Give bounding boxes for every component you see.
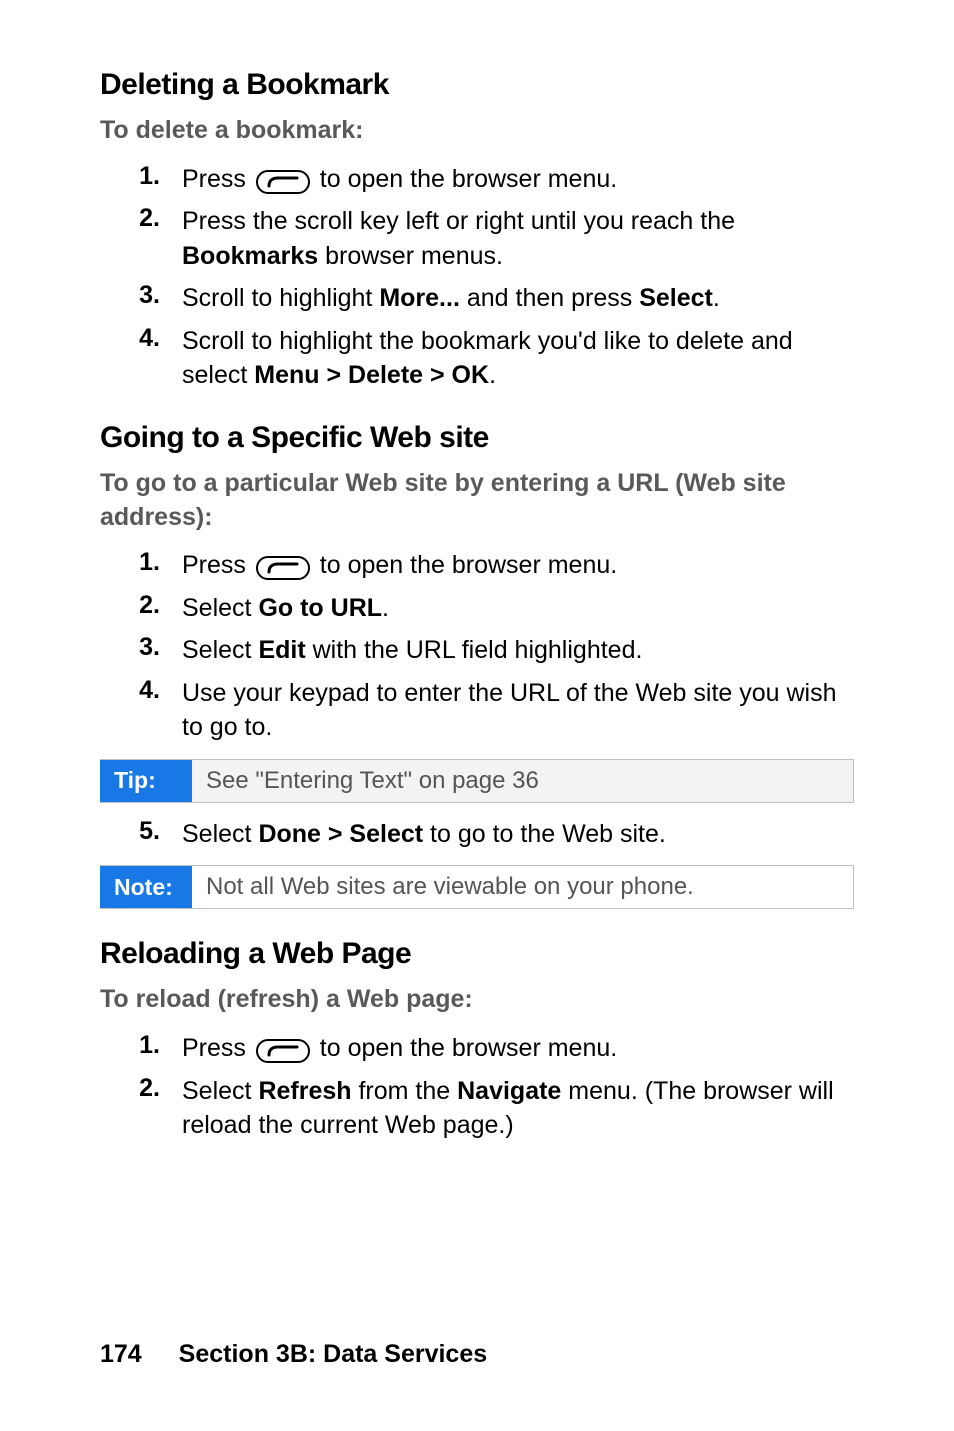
steps-reloading-webpage: 1. Press to open the browser menu. 2. Se… xyxy=(100,1031,854,1143)
step-posttext: to open the browser menu. xyxy=(313,1034,617,1062)
step-body: Scroll to highlight the bookmark you'd l… xyxy=(182,324,854,393)
step-number: 3. xyxy=(100,281,182,310)
list-item: 3. Scroll to highlight More... and then … xyxy=(100,281,854,316)
step-body: Select Edit with the URL field highlight… xyxy=(182,633,854,668)
step-posttext: to open the browser menu. xyxy=(313,551,617,579)
list-item: 2. Select Go to URL. xyxy=(100,591,854,626)
heading-deleting-bookmark: Deleting a Bookmark xyxy=(100,68,854,102)
tip-label: Tip: xyxy=(100,760,192,802)
step-number: 3. xyxy=(100,633,182,662)
step-number: 4. xyxy=(100,676,182,705)
steps-delete-bookmark: 1. Press to open the browser menu. 2. Pr… xyxy=(100,162,854,393)
list-item: 4. Use your keypad to enter the URL of t… xyxy=(100,676,854,745)
page-footer: 174 Section 3B: Data Services xyxy=(100,1340,487,1369)
note-label: Note: xyxy=(100,866,192,908)
steps-going-to-website-a: 1. Press to open the browser menu. 2. Se… xyxy=(100,548,854,745)
softkey-icon xyxy=(256,556,310,580)
step-body: Press to open the browser menu. xyxy=(182,548,854,583)
list-item: 2. Press the scroll key left or right un… xyxy=(100,204,854,273)
step-pretext: Press xyxy=(182,551,253,579)
step-body: Press to open the browser menu. xyxy=(182,162,854,197)
step-number: 1. xyxy=(100,1031,182,1060)
subhead-going-to-website: To go to a particular Web site by enteri… xyxy=(100,467,854,535)
step-number: 4. xyxy=(100,324,182,353)
step-number: 5. xyxy=(100,817,182,846)
list-item: 3. Select Edit with the URL field highli… xyxy=(100,633,854,668)
step-number: 2. xyxy=(100,591,182,620)
step-number: 1. xyxy=(100,162,182,191)
tip-body: See "Entering Text" on page 36 xyxy=(192,760,553,802)
steps-going-to-website-b: 5. Select Done > Select to go to the Web… xyxy=(100,817,854,852)
step-pretext: Press xyxy=(182,1034,253,1062)
step-body: Select Done > Select to go to the Web si… xyxy=(182,817,854,852)
step-body: Scroll to highlight More... and then pre… xyxy=(182,281,854,316)
step-body: Press to open the browser menu. xyxy=(182,1031,854,1066)
softkey-icon xyxy=(256,1039,310,1063)
step-number: 2. xyxy=(100,204,182,233)
step-body: Select Refresh from the Navigate menu. (… xyxy=(182,1074,854,1143)
step-body: Press the scroll key left or right until… xyxy=(182,204,854,273)
list-item: 5. Select Done > Select to go to the Web… xyxy=(100,817,854,852)
section-reference: Section 3B: Data Services xyxy=(179,1340,487,1368)
softkey-icon xyxy=(256,170,310,194)
heading-going-to-website: Going to a Specific Web site xyxy=(100,421,854,455)
subhead-reloading-webpage: To reload (refresh) a Web page: xyxy=(100,983,854,1017)
step-number: 2. xyxy=(100,1074,182,1103)
tip-callout: Tip: See "Entering Text" on page 36 xyxy=(100,759,854,803)
list-item: 1. Press to open the browser menu. xyxy=(100,1031,854,1066)
subhead-delete-bookmark: To delete a bookmark: xyxy=(100,114,854,148)
list-item: 2. Select Refresh from the Navigate menu… xyxy=(100,1074,854,1143)
list-item: 1. Press to open the browser menu. xyxy=(100,162,854,197)
step-number: 1. xyxy=(100,548,182,577)
note-body: Not all Web sites are viewable on your p… xyxy=(192,866,708,908)
step-pretext: Press xyxy=(182,165,253,193)
heading-reloading-webpage: Reloading a Web Page xyxy=(100,937,854,971)
note-callout: Note: Not all Web sites are viewable on … xyxy=(100,865,854,909)
page-number: 174 xyxy=(100,1340,142,1368)
list-item: 1. Press to open the browser menu. xyxy=(100,548,854,583)
step-posttext: to open the browser menu. xyxy=(313,165,617,193)
list-item: 4. Scroll to highlight the bookmark you'… xyxy=(100,324,854,393)
step-body: Select Go to URL. xyxy=(182,591,854,626)
step-body: Use your keypad to enter the URL of the … xyxy=(182,676,854,745)
